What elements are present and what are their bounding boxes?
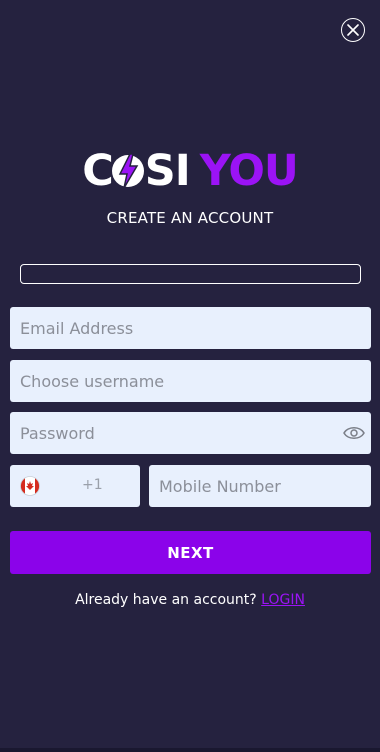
close-button[interactable] xyxy=(341,18,365,42)
logo-text-c: C xyxy=(82,146,114,196)
next-button[interactable]: NEXT xyxy=(10,531,371,574)
logo-text-you: YOU xyxy=(199,146,299,196)
brand-logo: C SI YOU xyxy=(0,146,380,196)
country-code: +1 xyxy=(82,477,103,493)
empty-banner-box xyxy=(20,264,361,284)
bolt-icon xyxy=(111,153,144,189)
logo-text-si: SI xyxy=(144,146,191,196)
password-field[interactable] xyxy=(10,412,371,454)
login-prompt: Already have an account? LOGIN xyxy=(0,592,380,608)
canada-flag-icon xyxy=(20,476,40,496)
eye-icon[interactable] xyxy=(343,425,365,441)
country-code-selector[interactable]: +1 xyxy=(10,465,140,507)
email-field[interactable] xyxy=(10,307,371,349)
login-link[interactable]: LOGIN xyxy=(261,592,305,608)
login-prompt-text: Already have an account? xyxy=(75,592,257,608)
bottom-bar xyxy=(0,748,380,752)
page-title: CREATE AN ACCOUNT xyxy=(106,209,274,227)
mobile-number-field[interactable] xyxy=(149,465,371,507)
close-icon xyxy=(347,24,359,36)
username-field[interactable] xyxy=(10,360,371,402)
